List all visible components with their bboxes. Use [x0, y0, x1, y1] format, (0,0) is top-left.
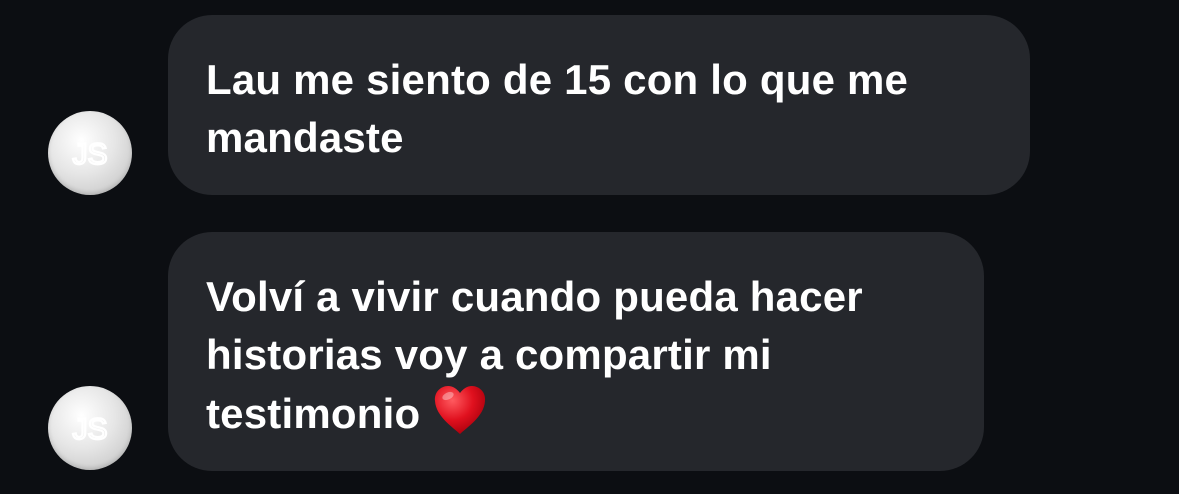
avatar[interactable]: JS — [48, 111, 132, 195]
heart-icon — [435, 386, 486, 434]
message-text: Volví a vivir cuando pueda hacer histori… — [206, 273, 863, 437]
svg-text:JS: JS — [72, 138, 107, 171]
avatar-monogram-icon: JS — [71, 137, 108, 172]
message-text: Lau me siento de 15 con lo que me mandas… — [206, 56, 909, 161]
chat-thread: JS Lau me siento de 15 con lo que me man… — [0, 0, 1179, 494]
message-bubble[interactable]: Lau me siento de 15 con lo que me mandas… — [168, 15, 1030, 195]
svg-text:JS: JS — [72, 413, 107, 446]
avatar-monogram-icon: JS — [71, 412, 108, 447]
message-bubble[interactable]: Volví a vivir cuando pueda hacer histori… — [168, 232, 984, 471]
avatar[interactable]: JS — [48, 386, 132, 470]
